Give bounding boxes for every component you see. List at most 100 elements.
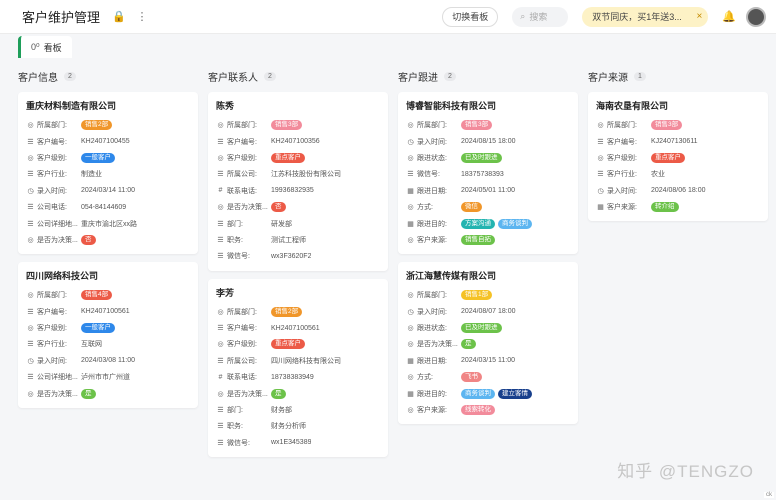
bell-icon[interactable]: 🔔	[722, 10, 736, 23]
record-card[interactable]: 海南农垦有限公司 ◎ 所属部门: 销售3部 ☰ 客户编号: KJ2407130611 ◎ 客户级…	[588, 92, 768, 222]
field-icon: ◎	[407, 325, 414, 333]
field-icon: ◎	[27, 390, 34, 398]
card-field: ☰ 客户编号: KJ2407130611	[596, 133, 760, 149]
field-icon: ◎	[407, 154, 414, 162]
board-column: 客户跟进 2 博睿智能科技有限公司 ◎ 所属部门: 销售3部 ◷ 录入时间: 2024/08/1…	[398, 66, 578, 465]
record-card[interactable]: 四川网络科技公司 ◎ 所属部门: 销售4部 ☰ 客户编号: KH2407100561 ◎ 客户级…	[18, 262, 198, 408]
card-field: ☰ 所属公司: 江苏科技股份有限公司	[216, 166, 380, 182]
card-field: ◎ 跟进状态: 已及时跟进	[406, 150, 570, 166]
column-title: 客户来源	[588, 72, 628, 84]
more-icon[interactable]: ⋮	[136, 10, 148, 23]
card-field: ▦ 跟进日期: 2024/03/15 11:00	[406, 353, 570, 369]
field-value: wx3F3620F2	[271, 252, 312, 260]
card-field: ◎ 方式: 微信	[406, 199, 570, 215]
card-title: 李芳	[216, 287, 235, 298]
record-card[interactable]: 博睿智能科技有限公司 ◎ 所属部门: 销售3部 ◷ 录入时间: 2024/08/15 18:…	[398, 92, 578, 255]
field-label: 职务:	[227, 236, 243, 244]
card-field: ☰ 客户编号: KH2407100561	[216, 320, 380, 336]
field-label: 公司详细地...	[37, 374, 78, 382]
card-title: 四川网络科技公司	[26, 271, 99, 282]
card-field: ◎ 客户级别: 重点客户	[216, 336, 380, 352]
card-field: ◎ 客户来源: 销售自拓	[406, 232, 570, 248]
field-label: 是否为决策...	[227, 204, 268, 212]
switch-board-button[interactable]: 切换看板	[442, 6, 499, 27]
lock-icon[interactable]: 🔒	[112, 10, 126, 23]
card-title: 浙江海慧传媒有限公司	[406, 271, 497, 282]
search-placeholder: 搜索	[529, 12, 548, 22]
promo-text: 双节同庆，买1年送3...	[592, 12, 682, 22]
field-icon: ◷	[407, 138, 414, 146]
field-label: 客户编号:	[607, 138, 637, 146]
field-value: 2024/08/15 18:00	[461, 138, 516, 146]
card-field: ☰ 客户行业: 农业	[596, 166, 760, 182]
card-title: 海南农垦有限公司	[596, 101, 669, 111]
field-tag: 销售1部	[461, 290, 493, 301]
card-field: ◎ 跟进状态: 已及时跟进	[406, 320, 570, 336]
tab-board[interactable]: 0⁰ 看板	[18, 36, 72, 58]
field-label: 公司详细地...	[37, 220, 78, 228]
column-header: 客户联系人 2	[208, 66, 388, 86]
field-icon: ◎	[407, 236, 414, 244]
search-input[interactable]: ⌕ 搜索	[512, 6, 569, 27]
field-label: 录入时间:	[607, 187, 637, 195]
card-field: ◎ 是否为决策... 是	[26, 385, 190, 401]
field-value: 054-84144609	[81, 203, 127, 211]
field-value: 农业	[651, 171, 665, 179]
field-icon: ☰	[27, 341, 34, 349]
kanban-board: 客户信息 2 重庆材料制造有限公司 ◎ 所属部门: 销售2部 ☰ 客户编号: KH2407100…	[0, 58, 776, 465]
field-label: 所属部门:	[417, 292, 447, 300]
field-tag: 销售4部	[81, 290, 113, 301]
close-icon[interactable]: ×	[696, 11, 702, 22]
field-label: 客户级别:	[37, 154, 67, 162]
field-label: 所属部门:	[417, 122, 447, 130]
field-value: KJ2407130611	[651, 138, 698, 146]
field-icon: ◎	[27, 292, 34, 300]
tab-label: 看板	[43, 42, 62, 53]
field-tag: 销售2部	[271, 306, 303, 317]
field-tag: 一般客户	[81, 152, 115, 163]
field-label: 跟进目的:	[417, 390, 447, 398]
field-icon: ◎	[217, 154, 224, 162]
card-field: ◎ 所属部门: 销售3部	[216, 117, 380, 133]
field-tag: 销售2部	[81, 120, 113, 131]
field-value: 江苏科技股份有限公司	[271, 171, 341, 179]
field-label: 所属部门:	[607, 122, 637, 130]
field-icon: ☰	[217, 171, 224, 179]
column-count-badge: 1	[634, 71, 646, 81]
card-field: ◎ 所属部门: 销售2部	[216, 304, 380, 320]
field-icon: ☰	[27, 374, 34, 382]
field-icon: ◷	[27, 187, 34, 195]
card-field: ◎ 是否为决策... 是	[216, 385, 380, 401]
record-card[interactable]: 李芳 ◎ 所属部门: 销售2部 ☰ 客户编号: KH2407100561 ◎ 客户级别: 重点客户…	[208, 278, 388, 458]
card-field: ◎ 客户级别: 一般客户	[26, 150, 190, 166]
field-tag: 商务谈判	[498, 218, 532, 229]
card-field: ◷ 录入时间: 2024/08/15 18:00	[406, 133, 570, 149]
card-field: ▦ 跟进目的: 方案沟通 商务谈判	[406, 215, 570, 231]
field-label: 客户编号:	[37, 138, 67, 146]
card-field: ◷ 录入时间: 2024/08/07 18:00	[406, 304, 570, 320]
field-label: 客户级别:	[227, 154, 257, 162]
avatar[interactable]	[746, 6, 766, 27]
field-icon: ☰	[407, 171, 414, 179]
field-icon: ◎	[217, 390, 224, 398]
card-field: ☰ 职务: 财务分析师	[216, 418, 380, 434]
card-field: ☰ 客户编号: KH2407100561	[26, 304, 190, 320]
record-card[interactable]: 重庆材料制造有限公司 ◎ 所属部门: 销售2部 ☰ 客户编号: KH2407100455 ◎ 客…	[18, 92, 198, 255]
field-icon: ◎	[27, 236, 34, 244]
field-tag: 销售3部	[461, 120, 493, 131]
card-title: 重庆材料制造有限公司	[26, 101, 117, 111]
field-value: 18375738393	[461, 170, 504, 178]
record-card[interactable]: 陈秀 ◎ 所属部门: 销售3部 ☰ 客户编号: KH2407100356 ◎ 客户级别: 重点客户…	[208, 92, 388, 271]
field-icon: ☰	[27, 308, 34, 316]
record-card[interactable]: 浙江海慧传媒有限公司 ◎ 所属部门: 销售1部 ◷ 录入时间: 2024/08/07 18:…	[398, 262, 578, 425]
field-value: 19936832935	[271, 187, 314, 195]
field-icon: ◎	[407, 407, 414, 415]
field-icon: ◎	[407, 204, 414, 212]
promo-banner[interactable]: 双节同庆，买1年送3... ×	[582, 6, 709, 27]
card-field: ◎ 客户来源: 线索转化	[406, 402, 570, 418]
card-field: ☰ 公司电话: 054-84144609	[26, 199, 190, 215]
search-icon: ⌕	[520, 11, 526, 21]
field-label: 客户来源:	[417, 407, 447, 415]
card-field: ◎ 所属部门: 销售1部	[406, 287, 570, 303]
field-icon: ◎	[407, 122, 414, 130]
